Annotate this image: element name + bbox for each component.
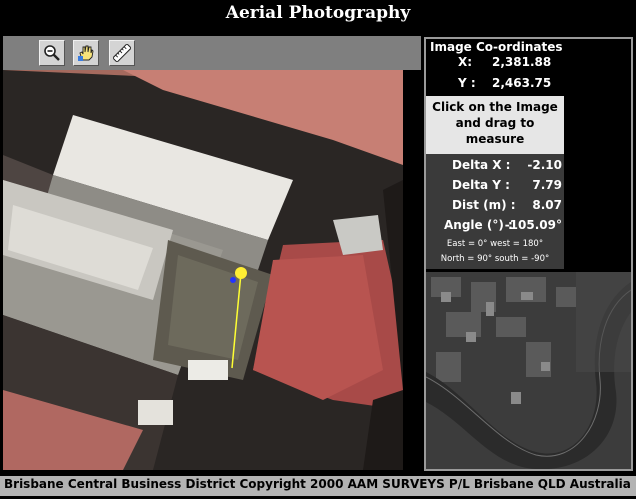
angle-label: Angle (°) :	[444, 218, 513, 232]
instruction-line-2: and drag to measure	[455, 116, 535, 146]
overview-map[interactable]	[426, 272, 631, 469]
hand-icon	[78, 45, 94, 61]
measurement-end-marker	[235, 267, 247, 279]
north-south-note: North = 90° south = -90°	[440, 254, 550, 264]
measure-button[interactable]	[109, 40, 135, 66]
delta-y-label: Delta Y :	[452, 178, 510, 192]
page-title: Aerial Photography	[225, 3, 411, 23]
measure-instruction: Click on the Image and drag to measure	[426, 96, 564, 154]
copyright-footer: Brisbane Central Business District Copyr…	[0, 476, 636, 496]
info-panel: Image Co-ordinates X: 2,381.88 Y : 2,463…	[424, 37, 633, 471]
map-toolbar	[3, 36, 421, 70]
distance-value: 8.07	[532, 198, 562, 212]
delta-x-value: -2.10	[527, 158, 562, 172]
delta-x-label: Delta X :	[452, 158, 511, 172]
measurement-readout: Delta X : -2.10 Delta Y : 7.79 Dist (m) …	[426, 154, 564, 269]
magnifier-minus-icon	[44, 45, 60, 61]
aerial-photo	[3, 70, 403, 470]
pan-button[interactable]	[73, 40, 99, 66]
instruction-line-1: Click on the Image	[432, 100, 558, 114]
x-label: X:	[458, 55, 473, 69]
copyright-text: Brisbane Central Business District Copyr…	[4, 477, 631, 491]
angle-value: -105.09°	[504, 218, 562, 232]
ruler-icon	[113, 44, 131, 62]
zoom-out-button[interactable]	[39, 40, 65, 66]
y-value: 2,463.75	[492, 76, 552, 90]
y-label: Y :	[458, 76, 476, 90]
aerial-image-viewer[interactable]	[3, 70, 403, 470]
measurement-start-marker	[230, 277, 236, 283]
x-value: 2,381.88	[492, 55, 552, 69]
delta-y-value: 7.79	[532, 178, 562, 192]
distance-label: Dist (m) :	[452, 198, 516, 212]
east-west-note: East = 0° west = 180°	[446, 239, 544, 249]
overview-photo	[426, 272, 631, 469]
